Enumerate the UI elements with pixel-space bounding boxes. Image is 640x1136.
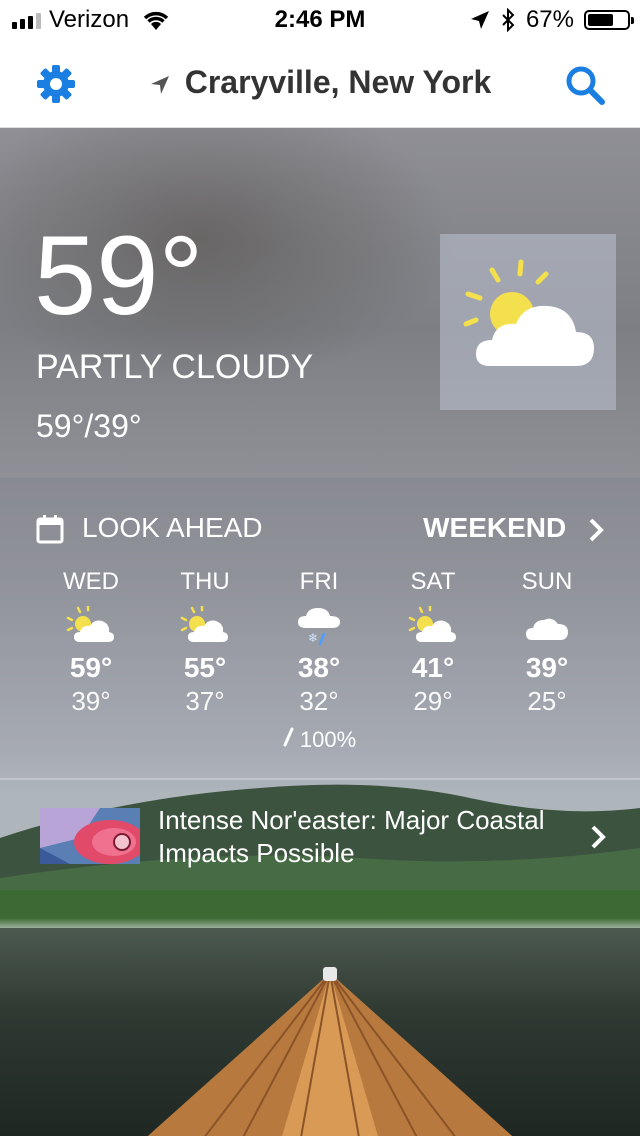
current-temperature: 59°	[34, 213, 204, 338]
day-low: 39°	[71, 686, 111, 716]
partly-cloudy-icon	[66, 606, 114, 642]
nav-bar: Craryville, New York	[0, 40, 640, 128]
day-name: SAT	[410, 568, 456, 595]
current-weather-icon-box[interactable]	[440, 234, 616, 410]
current-hi-lo: 59°/39°	[36, 408, 142, 444]
chevron-right-icon	[589, 518, 604, 542]
day-high: 59°	[69, 652, 113, 683]
day-high: 39°	[525, 652, 569, 683]
day-name: THU	[180, 568, 230, 595]
day-low: 32°	[299, 686, 339, 716]
location-services-icon	[470, 11, 489, 29]
svg-text:❄: ❄	[308, 631, 318, 645]
day-low: 25°	[527, 686, 567, 716]
day-name: FRI	[299, 568, 339, 595]
bluetooth-icon	[502, 8, 515, 32]
partly-cloudy-icon	[408, 606, 456, 642]
forecast-days: WED 59° 39° THU 55° 37° FRI ❄ 38° 32° 10…	[34, 568, 604, 753]
news-card[interactable]: Intense Nor'easter: Major Coastal Impact…	[0, 780, 640, 890]
chevron-right-icon	[591, 825, 606, 849]
forecast-day[interactable]: FRI ❄ 38° 32° 100%	[262, 568, 376, 753]
day-precip-chance: 100%	[262, 727, 376, 753]
calendar-icon	[36, 515, 64, 544]
look-ahead-title: LOOK AHEAD	[82, 512, 263, 543]
location-name: Craryville, New York	[184, 64, 492, 100]
day-high: 41°	[411, 652, 455, 683]
day-name: WED	[63, 568, 119, 595]
day-high: 38°	[297, 652, 341, 683]
day-high: 55°	[183, 652, 227, 683]
day-precip	[376, 727, 490, 753]
weekend-label: WEEKEND	[423, 512, 567, 543]
day-name: SUN	[521, 568, 573, 595]
location-arrow-icon	[150, 75, 169, 94]
partly-cloudy-icon	[180, 606, 228, 642]
search-icon[interactable]	[564, 64, 606, 106]
cloudy-icon	[526, 618, 568, 640]
partly-cloudy-icon	[463, 259, 594, 366]
forecast-day[interactable]: THU 55° 37°	[148, 568, 262, 753]
day-low: 29°	[413, 686, 453, 716]
day-low: 37°	[185, 686, 225, 716]
rain-snow-icon: ❄	[298, 608, 340, 646]
day-precip	[490, 727, 604, 753]
location-title[interactable]: Craryville, New York	[0, 64, 640, 101]
battery-icon	[584, 10, 634, 30]
status-bar: Verizon 2:46 PM 67%	[0, 0, 640, 40]
weekend-link[interactable]: WEEKEND	[423, 512, 604, 544]
forecast-day[interactable]: SUN 39° 25°	[490, 568, 604, 753]
news-thumbnail	[40, 808, 140, 864]
day-precip	[34, 727, 148, 753]
precip-percent: 100%	[299, 727, 357, 752]
news-headline: Intense Nor'easter: Major Coastal Impact…	[158, 805, 545, 868]
battery-percent: 67%	[525, 6, 574, 33]
current-condition: PARTLY CLOUDY	[36, 348, 314, 386]
raindrop-icon	[283, 727, 294, 747]
forecast-day[interactable]: WED 59° 39°	[34, 568, 148, 753]
forecast-day[interactable]: SAT 41° 29°	[376, 568, 490, 753]
day-precip	[148, 727, 262, 753]
